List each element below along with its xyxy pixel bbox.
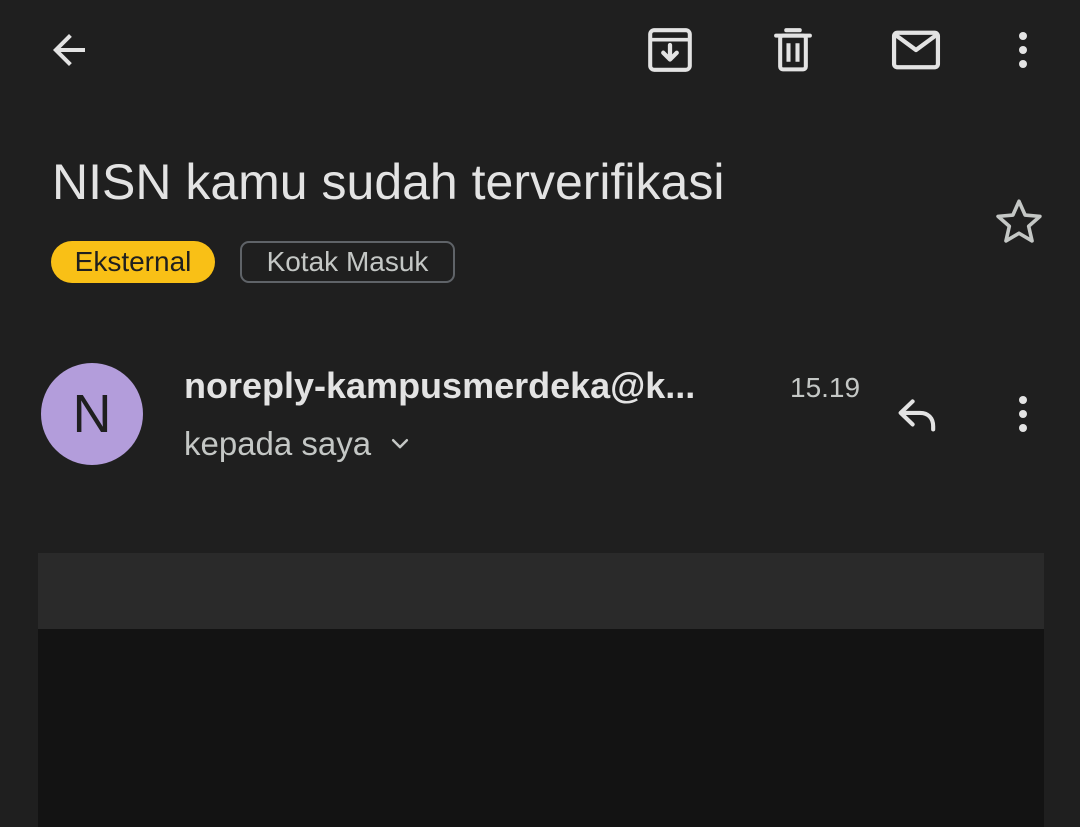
sender-avatar[interactable]: N (41, 363, 143, 465)
chevron-down-icon (392, 439, 409, 449)
email-body-content (38, 629, 1044, 827)
email-subject: NISN kamu sudah terverifikasi (52, 154, 725, 210)
external-label-chip: Eksternal (51, 241, 215, 283)
archive-button[interactable] (634, 14, 706, 86)
sender-address[interactable]: noreply-kampusmerdeka@k... (184, 362, 759, 410)
email-view: NISN kamu sudah terverifikasi Eksternal … (0, 0, 1080, 827)
more-options-button[interactable] (987, 14, 1059, 86)
archive-icon (648, 28, 692, 72)
email-time: 15.19 (790, 372, 861, 403)
reply-button[interactable] (882, 378, 954, 450)
trash-icon (774, 28, 812, 72)
email-body-header (38, 553, 1044, 629)
message-more-button[interactable] (987, 378, 1059, 450)
arrow-back-icon (53, 34, 85, 66)
back-button[interactable] (33, 14, 105, 86)
more-vert-icon (1019, 32, 1027, 68)
delete-button[interactable] (757, 14, 829, 86)
reply-icon (898, 399, 936, 432)
mark-unread-button[interactable] (880, 14, 952, 86)
star-button[interactable] (983, 186, 1055, 258)
star-outline-icon (996, 199, 1042, 243)
mail-icon (891, 30, 941, 70)
recipient-label: kepada saya (184, 425, 372, 462)
inbox-label-chip[interactable]: Kotak Masuk (240, 241, 455, 283)
recipient-details-toggle[interactable]: kepada saya (184, 422, 415, 466)
more-vert-icon (1019, 396, 1027, 432)
